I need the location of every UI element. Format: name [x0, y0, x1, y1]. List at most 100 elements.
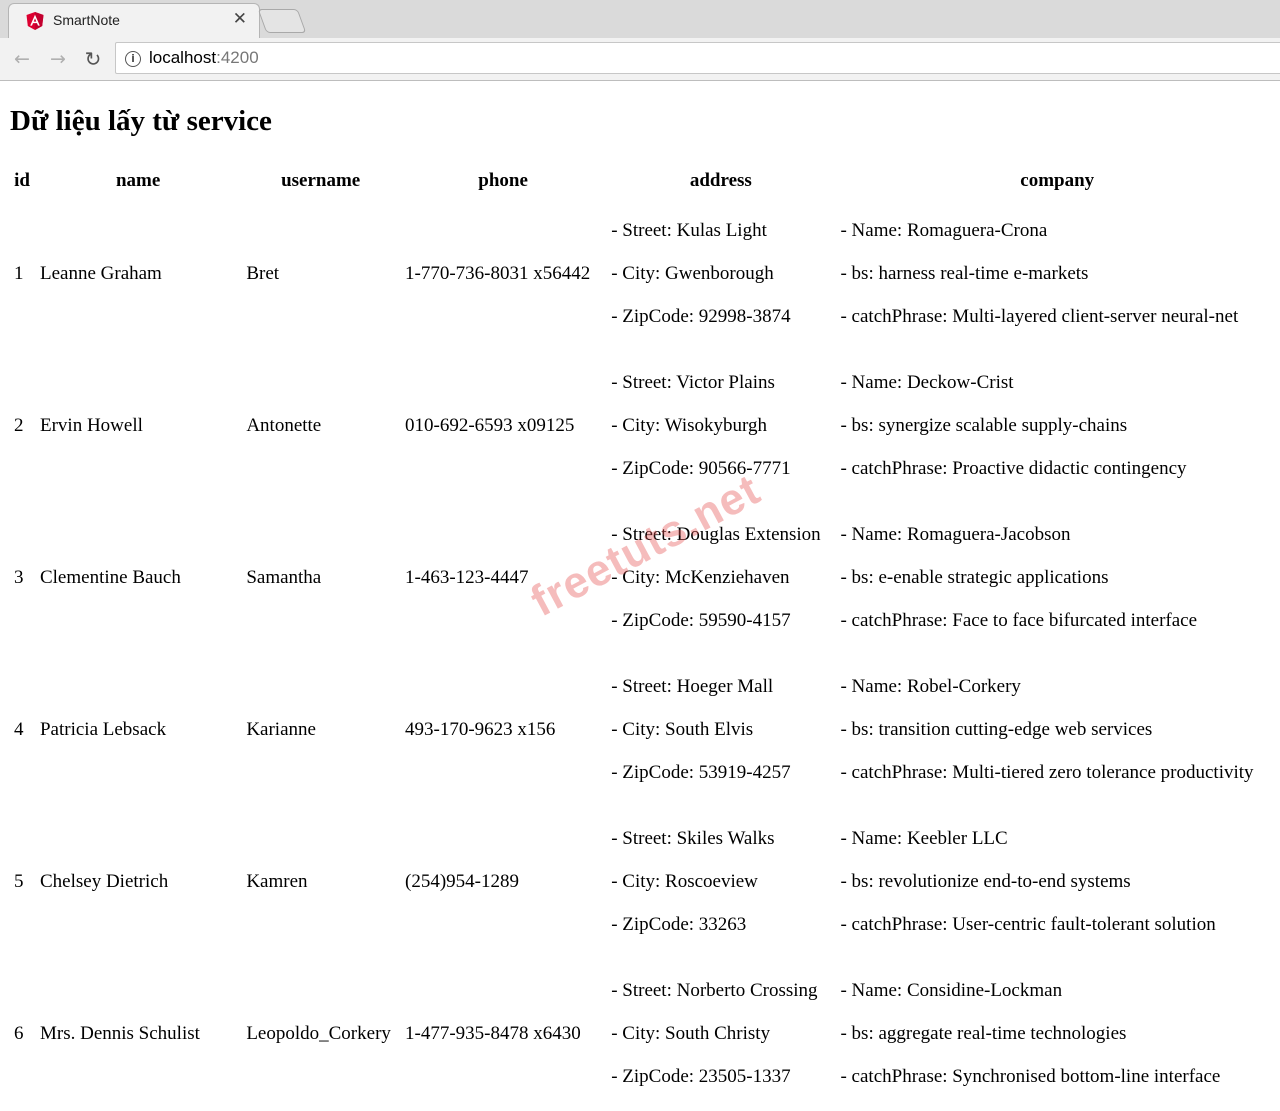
table-row: 6 Mrs. Dennis Schulist Leopoldo_Corkery 1-4…	[10, 959, 1278, 1109]
cell-address: - Street: Victor Plains - City: Wisokybur…	[607, 351, 834, 501]
cell-phone: 1-477-935-8478 x6430	[405, 1023, 581, 1044]
company-line: - Name: Considine-Lockman	[840, 980, 1063, 1001]
company-line: - catchPhrase: Multi-layered client-serv…	[840, 306, 1239, 327]
cell-username: Bret	[246, 263, 280, 284]
table-row: 5 Chelsey Dietrich Kamren (254)954-1289 - St…	[10, 807, 1278, 957]
address-bar[interactable]: i localhost:4200	[115, 42, 1280, 74]
cell-company: - Name: Keebler LLC - bs: revolutionize e…	[836, 807, 1278, 957]
tab-strip: SmartNote ✕	[0, 0, 1280, 38]
cell-username: Leopoldo_Corkery	[246, 1023, 391, 1044]
address-line: - Street: Kulas Light	[611, 220, 767, 241]
address-line: - Street: Skiles Walks	[611, 828, 775, 849]
info-icon[interactable]: i	[125, 51, 141, 67]
address-line: - City: South Christy	[611, 1023, 771, 1044]
company-line: - Name: Romaguera-Crona	[840, 220, 1048, 241]
browser-toolbar: ← → ↻ i localhost:4200	[0, 38, 1280, 81]
column-header-id: id	[14, 170, 30, 191]
column-header-phone: phone	[478, 170, 528, 191]
address-line: - Street: Victor Plains	[611, 372, 775, 393]
company-line: - bs: aggregate real-time technologies	[840, 1023, 1127, 1044]
forward-arrow-icon[interactable]: →	[46, 47, 70, 71]
company-line: - bs: revolutionize end-to-end systems	[840, 871, 1131, 892]
cell-id: 6	[14, 1023, 24, 1044]
table-body: 1 Leanne Graham Bret 1-770-736-8031 x56442-…	[10, 199, 1278, 1109]
cell-company: - Name: Robel-Corkery - bs: transition cu…	[836, 655, 1278, 805]
cell-company: - Name: Romaguera-Jacobson - bs: e-enable…	[836, 503, 1278, 653]
cell-phone: 1-463-123-4447	[405, 567, 529, 588]
cell-company: - Name: Romaguera-Crona - bs: harness rea…	[836, 199, 1278, 349]
cell-name: Chelsey Dietrich	[39, 871, 169, 892]
address-line: - City: McKenziehaven	[611, 567, 790, 588]
company-line: - Name: Deckow-Crist	[840, 372, 1014, 393]
column-header-company: company	[1020, 170, 1095, 191]
address-line: - City: Roscoeview	[611, 871, 758, 892]
address-line: - City: Wisokyburgh	[611, 415, 768, 436]
cell-address: - Street: Kulas Light - City: Gwenborough…	[607, 199, 834, 349]
company-line: - catchPhrase: User-centric fault-tolera…	[840, 914, 1216, 935]
cell-address: - Street: Hoeger Mall - City: South Elvis…	[607, 655, 834, 805]
table-row: 3 Clementine Bauch Samantha 1-463-123-4447 -…	[10, 503, 1278, 653]
company-line: - catchPhrase: Multi-tiered zero toleran…	[840, 762, 1254, 783]
users-table: id name username phone address company 1 Leann…	[8, 163, 1280, 1111]
address-line: - Street: Norberto Crossing	[611, 980, 818, 1001]
table-row: 1 Leanne Graham Bret 1-770-736-8031 x56442-…	[10, 199, 1278, 349]
cell-phone: 1-770-736-8031 x56442	[405, 263, 591, 284]
page-title: Dữ liệu lấy từ service	[10, 105, 272, 137]
address-line: - ZipCode: 33263	[611, 914, 747, 935]
tab-title: SmartNote	[53, 12, 120, 28]
browser-tab[interactable]: SmartNote ✕	[8, 3, 260, 38]
cell-company: - Name: Deckow-Crist - bs: synergize scal…	[836, 351, 1278, 501]
table-header-row: id name username phone address company	[10, 165, 1278, 197]
table-row: 2 Ervin Howell Antonette 010-692-6593 x0912…	[10, 351, 1278, 501]
cell-username: Antonette	[246, 415, 322, 436]
close-icon[interactable]: ✕	[233, 9, 247, 29]
cell-address: - Street: Douglas Extension - City: McKen…	[607, 503, 834, 653]
address-line: - Street: Hoeger Mall	[611, 676, 774, 697]
cell-username: Karianne	[246, 719, 316, 740]
cell-username: Samantha	[246, 567, 322, 588]
cell-name: Clementine Bauch	[39, 567, 181, 588]
cell-phone: 010-692-6593 x09125	[405, 415, 575, 436]
cell-name: Patricia Lebsack	[39, 719, 167, 740]
company-line: - Name: Robel-Corkery	[840, 676, 1021, 697]
company-line: - bs: synergize scalable supply-chains	[840, 415, 1128, 436]
company-line: - catchPhrase: Proactive didactic contin…	[840, 458, 1187, 479]
cell-name: Leanne Graham	[39, 263, 162, 284]
column-header-address: address	[689, 170, 752, 191]
cell-address: - Street: Norberto Crossing - City: South…	[607, 959, 834, 1109]
url-text: localhost:4200	[149, 48, 259, 68]
cell-name: Mrs. Dennis Schulist	[39, 1023, 200, 1044]
cell-id: 5	[14, 871, 24, 892]
company-line: - bs: e-enable strategic applications	[840, 567, 1109, 588]
cell-id: 4	[14, 719, 24, 740]
page-content: Dữ liệu lấy từ service id name username pho…	[0, 81, 1280, 1087]
address-line: - Street: Douglas Extension	[611, 524, 821, 545]
cell-name: Ervin Howell	[39, 415, 143, 436]
back-arrow-icon[interactable]: ←	[10, 47, 34, 71]
company-line: - catchPhrase: Face to face bifurcated i…	[840, 610, 1198, 631]
company-line: - Name: Romaguera-Jacobson	[840, 524, 1071, 545]
address-line: - ZipCode: 23505-1337	[611, 1066, 791, 1087]
company-line: - Name: Keebler LLC	[840, 828, 1008, 849]
cell-username: Kamren	[246, 871, 308, 892]
reload-icon[interactable]: ↻	[81, 47, 105, 71]
url-port: :4200	[216, 48, 259, 67]
address-line: - City: South Elvis	[611, 719, 754, 740]
address-line: - ZipCode: 59590-4157	[611, 610, 791, 631]
cell-id: 2	[14, 415, 24, 436]
cell-address: - Street: Skiles Walks - City: Roscoeview…	[607, 807, 834, 957]
cell-id: 3	[14, 567, 24, 588]
new-tab-button[interactable]	[257, 9, 307, 33]
address-line: - ZipCode: 90566-7771	[611, 458, 791, 479]
address-line: - City: Gwenborough	[611, 263, 774, 284]
company-line: - bs: harness real-time e-markets	[840, 263, 1089, 284]
address-line: - ZipCode: 92998-3874	[611, 306, 791, 327]
cell-company: - Name: Considine-Lockman - bs: aggregate…	[836, 959, 1278, 1109]
url-host: localhost	[149, 48, 217, 67]
column-header-username: username	[281, 170, 361, 191]
column-header-name: name	[115, 170, 161, 191]
address-line: - ZipCode: 53919-4257	[611, 762, 791, 783]
cell-phone: (254)954-1289	[405, 871, 519, 892]
company-line: - catchPhrase: Synchronised bottom-line …	[840, 1066, 1221, 1087]
table-row: 4 Patricia Lebsack Karianne 493-170-9623 x1…	[10, 655, 1278, 805]
